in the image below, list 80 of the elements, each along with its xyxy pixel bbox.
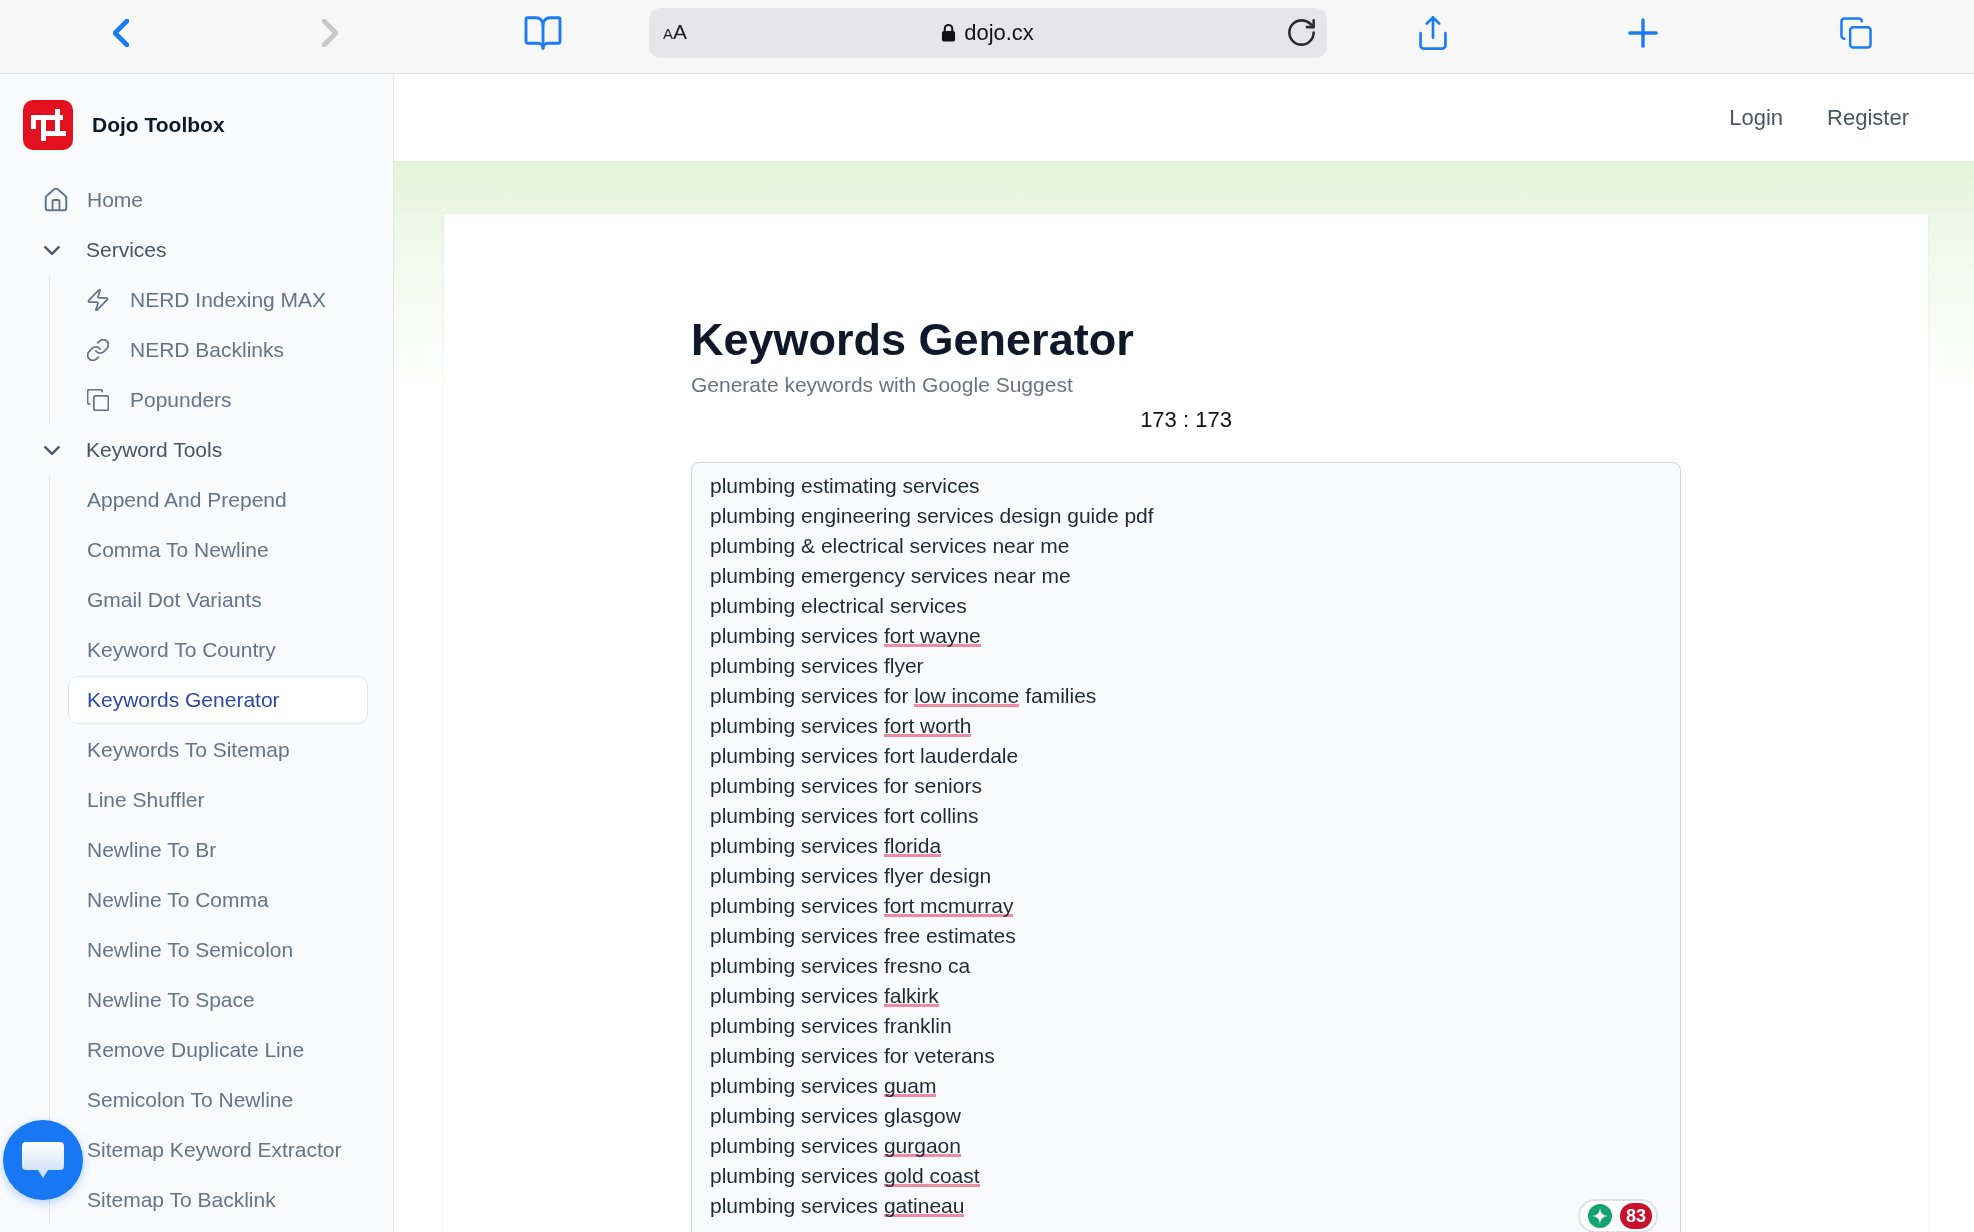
keyword-line: plumbing services for veterans (710, 1043, 995, 1069)
open-book-icon (524, 15, 562, 50)
chevron-right-icon (322, 18, 338, 47)
nav-item[interactable]: Semicolon To Newline (87, 1076, 294, 1124)
stacked-squares-icon (87, 389, 109, 411)
nav-group-toggle[interactable]: Keyword Tools (0, 425, 393, 475)
lightning-icon (87, 289, 109, 311)
logo-icon (23, 100, 73, 150)
url-text: dojo.cx (964, 19, 1034, 46)
chat-button[interactable] (3, 1120, 83, 1200)
tabs-button[interactable] (1840, 16, 1872, 49)
speech-bubble-icon (22, 1142, 64, 1178)
keyword-line: plumbing services for low income families (710, 683, 1097, 709)
nav-item[interactable]: Newline To Space (87, 976, 255, 1024)
nav-item[interactable]: NERD Backlinks (87, 326, 285, 374)
nav-item[interactable]: Sitemap Keyword Extractor (87, 1126, 342, 1174)
writing-checker-button[interactable]: 83 (1578, 1199, 1658, 1232)
nav-item[interactable]: Home (0, 175, 393, 225)
page-title: Keywords Generator (691, 313, 1135, 367)
nav-item[interactable]: Newline To Comma (87, 876, 269, 924)
keyword-line: plumbing services gatineau (710, 1193, 965, 1219)
keyword-line: plumbing services fort wayne (710, 623, 981, 649)
register-link[interactable]: Register (1827, 104, 1909, 131)
keyword-line: plumbing services flyer (710, 653, 924, 679)
plus-icon (1628, 17, 1658, 48)
house-icon (44, 188, 68, 212)
keyword-line: plumbing services flyer design (710, 863, 992, 889)
back-button[interactable] (113, 18, 129, 47)
keyword-line: plumbing services franklin (710, 1013, 952, 1039)
nav-item[interactable]: Sitemap To Backlink (87, 1176, 276, 1224)
keyword-line: plumbing services free estimates (710, 923, 1016, 949)
keyword-line: plumbing services florida (710, 833, 942, 859)
nav-group-toggle[interactable]: Services (0, 225, 393, 275)
nav-item[interactable]: Comma To Newline (87, 526, 269, 574)
keyword-line: plumbing services gurgaon (710, 1133, 961, 1159)
address-bar[interactable]: AA dojo.cx (649, 7, 1327, 58)
brand-name: Dojo Toolbox (92, 113, 225, 137)
keyword-line: plumbing estimating services (710, 473, 980, 499)
link-icon (87, 339, 109, 361)
keyword-line: plumbing services gold coast (710, 1163, 980, 1189)
nav-item[interactable]: Popunders (87, 376, 232, 424)
text-size-button[interactable]: AA (663, 19, 688, 46)
share-icon (1419, 14, 1447, 51)
nav-item[interactable]: Keywords Generator (68, 676, 368, 724)
keyword-line: plumbing services falkirk (710, 983, 939, 1009)
keywords-textarea[interactable] (691, 462, 1681, 1232)
lock-icon (941, 23, 957, 42)
keyword-line: plumbing services fort collins (710, 803, 979, 829)
keyword-line: plumbing engineering services design guide pdf (710, 503, 1154, 529)
nav-item[interactable]: Gmail Dot Variants (87, 576, 262, 624)
keyword-line: plumbing electrical services (710, 593, 967, 619)
keyword-line: plumbing services guam (710, 1073, 937, 1099)
nav-item[interactable]: Keyword To Country (87, 626, 276, 674)
chevron-left-icon (113, 18, 129, 47)
keyword-line: plumbing & electrical services near me (710, 533, 1070, 559)
nav-item[interactable]: Newline To Br (87, 826, 217, 874)
nav-item[interactable]: Append And Prepend (87, 476, 287, 524)
nav-item[interactable]: Line Shuffler (87, 776, 205, 824)
keyword-line: plumbing services fresno ca (710, 953, 971, 979)
page-subtitle: Generate keywords with Google Suggest (691, 372, 1074, 398)
keyword-line: plumbing services for seniors (710, 773, 982, 799)
nav-item[interactable]: Newline To Semicolon (87, 926, 294, 974)
keyword-counter: 173 : 173 (1140, 407, 1232, 433)
sparkle-icon (1588, 1204, 1612, 1228)
nav-item[interactable]: Keywords To Sitemap (87, 726, 290, 774)
new-tab-button[interactable] (1628, 17, 1658, 48)
keyword-line: plumbing services fort worth (710, 713, 972, 739)
keyword-line: plumbing emergency services near me (710, 563, 1071, 589)
login-link[interactable]: Login (1729, 104, 1784, 131)
share-button[interactable] (1419, 14, 1447, 51)
keyword-line: plumbing services fort lauderdale (710, 743, 1019, 769)
tabs-icon (1840, 16, 1872, 49)
issue-count-badge: 83 (1620, 1203, 1652, 1229)
nav-item[interactable]: NERD Indexing MAX (87, 276, 327, 324)
reload-button[interactable] (1288, 19, 1315, 46)
bookmarks-button[interactable] (524, 15, 562, 50)
keyword-line: plumbing services fort mcmurray (710, 893, 1014, 919)
keyword-line: plumbing services glasgow (710, 1103, 961, 1129)
reload-icon (1288, 19, 1315, 46)
nav-item[interactable]: Remove Duplicate Line (87, 1026, 305, 1074)
